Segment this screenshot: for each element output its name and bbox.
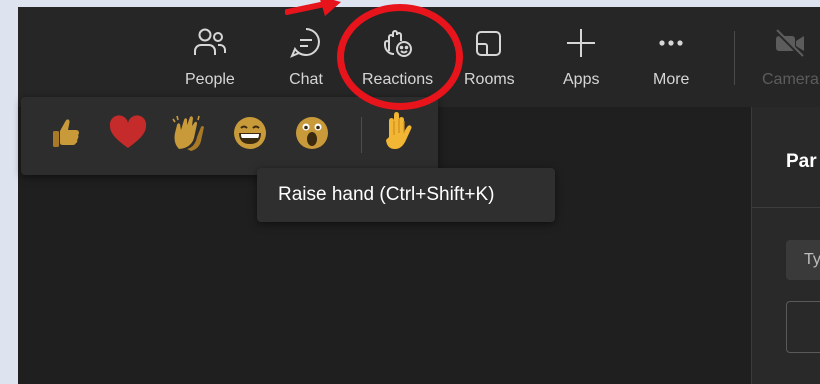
more-button[interactable]: More bbox=[653, 25, 689, 97]
panel-title: Par bbox=[786, 151, 817, 172]
more-dots-icon bbox=[653, 25, 689, 61]
heart-icon bbox=[109, 115, 147, 148]
annotation-arrow-icon bbox=[285, 0, 341, 16]
participants-panel: Par Ty bbox=[751, 107, 820, 384]
panel-action-button[interactable] bbox=[786, 301, 820, 353]
raised-hand-icon bbox=[386, 112, 412, 149]
chat-label: Chat bbox=[289, 71, 323, 88]
reactions-tray bbox=[21, 97, 438, 175]
rooms-icon bbox=[471, 25, 507, 61]
tray-divider bbox=[361, 117, 362, 153]
clapping-hands-icon bbox=[172, 115, 204, 151]
chat-icon bbox=[288, 25, 324, 61]
laughing-face-icon bbox=[234, 117, 266, 149]
tooltip-text: Raise hand (Ctrl+Shift+K) bbox=[278, 184, 495, 205]
surprised-reaction-button[interactable] bbox=[291, 112, 333, 154]
surprised-face-icon bbox=[296, 117, 328, 149]
chat-button[interactable]: Chat bbox=[288, 25, 324, 97]
rooms-button[interactable]: Rooms bbox=[464, 25, 515, 97]
rooms-label: Rooms bbox=[464, 71, 515, 88]
thumbs-up-icon bbox=[53, 119, 79, 147]
camera-label: Camera bbox=[762, 71, 819, 88]
apps-label: Apps bbox=[563, 71, 600, 88]
plus-icon bbox=[563, 25, 599, 61]
laugh-reaction-button[interactable] bbox=[229, 112, 271, 154]
raise-hand-button[interactable] bbox=[377, 112, 419, 154]
search-placeholder: Ty bbox=[804, 251, 820, 268]
applause-reaction-button[interactable] bbox=[168, 112, 210, 154]
raise-hand-tooltip: Raise hand (Ctrl+Shift+K) bbox=[257, 168, 555, 222]
annotation-circle bbox=[337, 4, 463, 110]
panel-search-input[interactable]: Ty bbox=[786, 240, 820, 280]
love-reaction-button[interactable] bbox=[107, 112, 149, 154]
more-label: More bbox=[653, 71, 690, 88]
camera-off-icon bbox=[772, 25, 808, 61]
camera-button[interactable]: Camera bbox=[762, 25, 819, 97]
people-icon bbox=[192, 25, 228, 61]
people-button[interactable]: People bbox=[185, 25, 235, 97]
like-reaction-button[interactable] bbox=[46, 112, 88, 154]
panel-divider bbox=[752, 207, 820, 208]
toolbar-divider bbox=[734, 31, 735, 85]
apps-button[interactable]: Apps bbox=[563, 25, 599, 97]
people-label: People bbox=[185, 71, 235, 88]
